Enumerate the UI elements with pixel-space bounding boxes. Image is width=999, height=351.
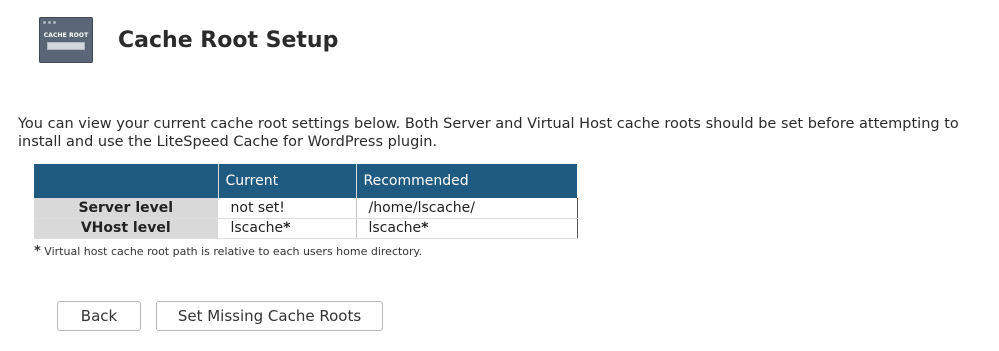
footnote-asterisk: * <box>34 244 41 259</box>
intro-text: You can view your current cache root set… <box>18 116 959 150</box>
vhost-recommended-cell: lscache* <box>356 218 578 239</box>
vhost-current-cell: lscache* <box>218 218 357 239</box>
cache-root-icon: CACHE ROOT <box>39 17 93 63</box>
vhost-recommended-value: lscache <box>368 220 422 236</box>
server-recommended-value: /home/lscache/ <box>356 198 578 219</box>
cache-root-icon-bar <box>47 42 85 50</box>
back-button[interactable]: Back <box>57 301 141 331</box>
vhost-current-asterisk: * <box>283 220 291 236</box>
cache-root-icon-label: CACHE ROOT <box>43 32 89 39</box>
vhost-current-value: lscache <box>230 220 284 236</box>
vhost-recommended-asterisk: * <box>421 220 429 236</box>
page-header: CACHE ROOT Cache Root Setup <box>39 17 338 63</box>
table-row: Server level not set! /home/lscache/ <box>34 198 578 219</box>
footnote: * Virtual host cache root path is relati… <box>34 244 422 259</box>
set-missing-cache-roots-button[interactable]: Set Missing Cache Roots <box>156 301 383 331</box>
table-header-current: Current <box>218 164 357 198</box>
row-label-vhost: VHost level <box>34 218 219 239</box>
table-header-recommended: Recommended <box>356 164 577 198</box>
row-label-server: Server level <box>34 198 219 219</box>
window-dots <box>43 21 56 24</box>
server-current-value: not set! <box>218 198 357 219</box>
table-row: VHost level lscache* lscache* <box>34 218 578 239</box>
table-header-empty <box>34 164 219 198</box>
cache-root-table: Current Recommended Server level not set… <box>34 164 578 239</box>
table-header-row: Current Recommended <box>34 164 577 198</box>
footnote-text: Virtual host cache root path is relative… <box>40 245 422 258</box>
page-title: Cache Root Setup <box>118 27 339 53</box>
